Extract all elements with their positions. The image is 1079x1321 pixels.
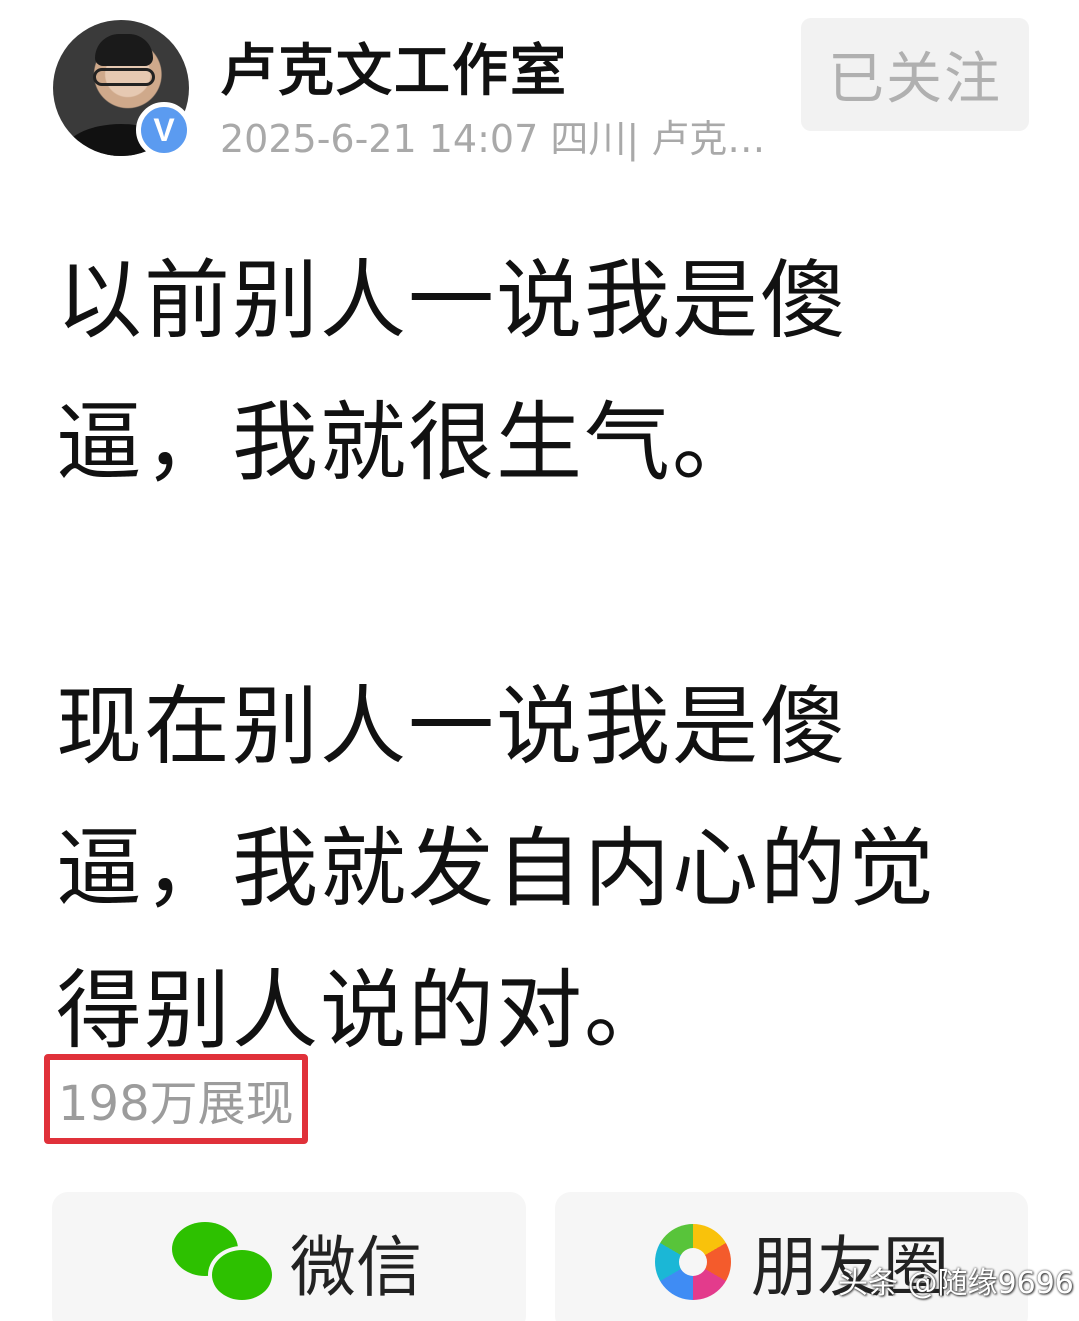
follow-button[interactable]: 已关注 <box>801 18 1029 131</box>
wechat-icon <box>172 1222 276 1304</box>
verified-badge-icon: V <box>136 102 192 158</box>
post-page: V 卢克文工作室 2025-6-21 14:07 四川| 卢克… 已关注 以前别… <box>0 0 1079 1321</box>
share-wechat-button[interactable]: 微信 <box>52 1192 526 1321</box>
author-avatar-wrap[interactable]: V <box>53 20 192 158</box>
impressions-count: 198万展现 <box>44 1054 308 1144</box>
share-wechat-label: 微信 <box>290 1229 422 1306</box>
post-body: 以前别人一说我是傻 逼，我就很生气。 现在别人一说我是傻 逼，我就发自内心的觉 … <box>56 230 1016 1082</box>
avatar-hair <box>95 34 153 66</box>
moments-icon <box>655 1224 731 1300</box>
avatar-glasses <box>93 68 155 86</box>
watermark: 头条 @随缘9696 <box>838 1266 1074 1301</box>
post-line: 现在别人一说我是傻 <box>56 677 848 777</box>
author-name[interactable]: 卢克文工作室 <box>220 26 568 107</box>
post-line: 以前别人一说我是傻 <box>56 251 848 351</box>
wechat-bubble-small <box>208 1246 276 1304</box>
post-line: 逼，我就发自内心的觉 <box>56 819 936 919</box>
post-line: 逼，我就很生气。 <box>56 393 760 493</box>
post-meta: 2025-6-21 14:07 四川| 卢克… <box>220 117 766 161</box>
